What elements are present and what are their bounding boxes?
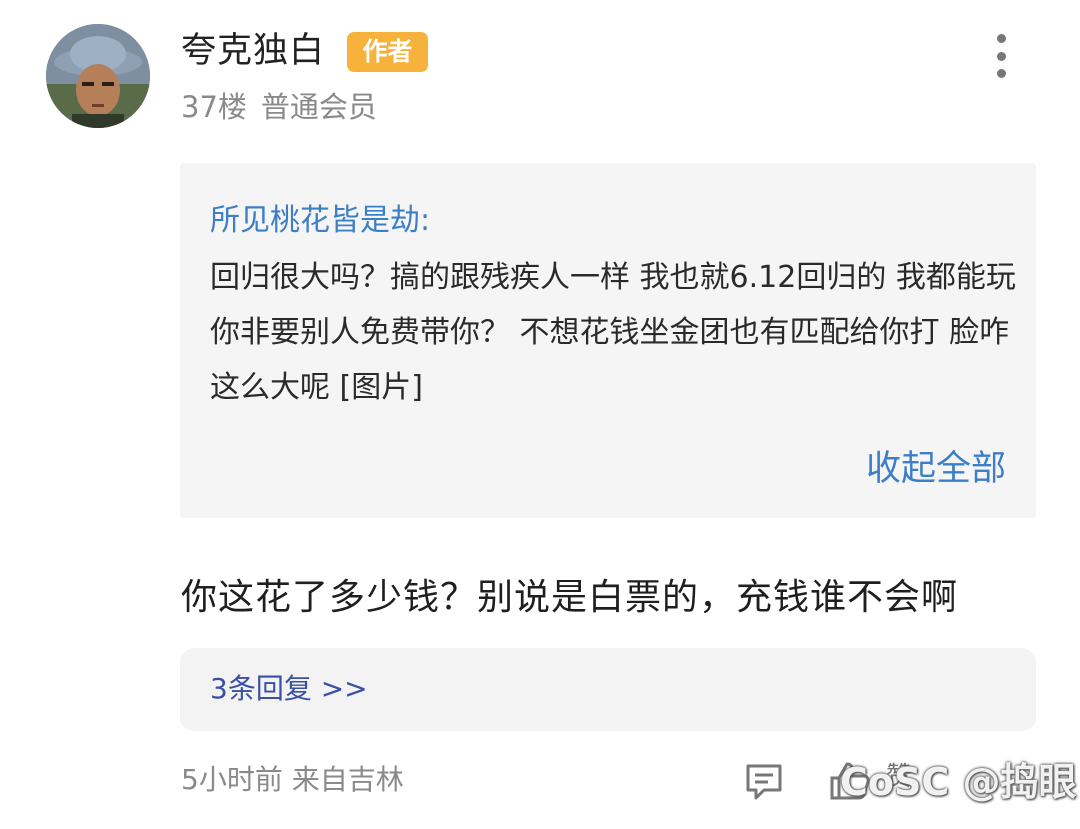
more-dot	[996, 69, 1006, 78]
quoted-reply: 所见桃花皆是劫: 回归很大吗？搞的跟残疾人一样 我也就6.12回归的 我都能玩 …	[180, 163, 1036, 518]
watermark: CoSC @捣眼	[840, 760, 1077, 804]
comment-text: 你这花了多少钱？别说是白票的，充钱谁不会啊	[181, 577, 959, 618]
more-dot	[996, 51, 1006, 61]
floor-number: 37楼	[181, 90, 247, 124]
collapse-all-button[interactable]: 收起全部	[866, 446, 1006, 492]
more-dot	[996, 34, 1006, 43]
avatar-image	[46, 24, 150, 128]
comment-icon[interactable]	[742, 760, 786, 804]
username[interactable]: 夸克独白	[181, 28, 325, 74]
author-badge: 作者	[347, 32, 428, 72]
more-vertical-icon[interactable]	[988, 34, 1014, 78]
quote-text: 回归很大吗？搞的跟残疾人一样 我也就6.12回归的 我都能玩 你非要别人免费带你…	[210, 260, 1016, 405]
post-time-location: 5小时前 来自吉林	[181, 763, 404, 796]
replies-panel[interactable]: 3条回复 >>	[180, 648, 1036, 731]
view-replies-link[interactable]: 3条回复 >>	[210, 668, 368, 710]
post-meta: 37楼 普通会员	[181, 86, 391, 128]
quote-author[interactable]: 所见桃花皆是劫:	[210, 201, 430, 241]
member-level: 普通会员	[260, 90, 377, 124]
avatar[interactable]	[46, 24, 150, 128]
